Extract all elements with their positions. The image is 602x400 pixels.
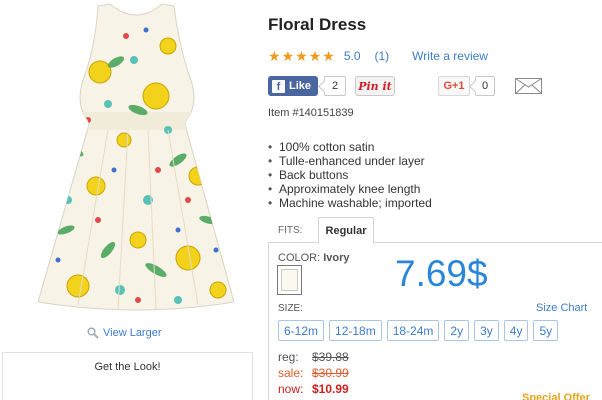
feature-item: Machine washable; imported (268, 196, 432, 210)
tab-regular[interactable]: Regular (318, 217, 374, 244)
rating-stars[interactable]: ★ ★ ★ ★ ★ (268, 49, 335, 63)
rating-row: ★ ★ ★ ★ ★ 5.0 (1) Write a review (268, 49, 488, 63)
regular-price-label: reg: (278, 350, 299, 364)
size-option[interactable]: 6-12m (278, 320, 325, 341)
size-option[interactable]: 18-24m (386, 320, 440, 341)
fits-tab-bar: FITS: Regular (268, 217, 602, 244)
star-icon: ★ (268, 48, 281, 64)
google-plus-count: 0 (475, 76, 495, 96)
product-title: Floral Dress (268, 15, 367, 34)
rating-count[interactable]: (1) (375, 49, 390, 63)
star-icon: ★ (281, 48, 295, 64)
facebook-like-label: Like (289, 80, 312, 92)
size-option[interactable]: 5y (533, 320, 559, 341)
size-option[interactable]: 12-18m (329, 320, 382, 341)
star-icon: ★ (308, 48, 322, 64)
swatch-fill (281, 269, 298, 291)
star-icon: ★ (295, 48, 308, 64)
now-price-label: now: (278, 382, 304, 396)
size-label: SIZE: (278, 303, 304, 314)
item-number: Item #140151839 (268, 107, 354, 119)
facebook-like-button[interactable]: f Like (268, 76, 318, 96)
star-icon: ★ (322, 48, 335, 64)
feature-item: Approximately knee length (268, 182, 432, 196)
rating-value[interactable]: 5.0 (344, 49, 361, 63)
now-price-value: $10.99 (312, 382, 349, 396)
special-offer-text[interactable]: Special Offer (522, 392, 590, 400)
magnifier-icon (87, 327, 99, 339)
view-larger-link[interactable]: View Larger (87, 327, 162, 339)
social-share-row: f Like 2 Pin it G+1 0 (268, 76, 548, 98)
sale-price-label: sale: (278, 366, 304, 380)
facebook-icon: f (272, 79, 285, 93)
color-value: Ivory (323, 252, 350, 264)
mail-icon[interactable] (515, 76, 543, 96)
color-swatch-ivory[interactable] (277, 265, 302, 295)
view-larger-label: View Larger (103, 327, 162, 339)
size-option[interactable]: 3y (474, 320, 499, 341)
pinterest-button[interactable]: Pin it (355, 76, 395, 96)
google-plus-icon: G+1 (443, 80, 465, 92)
fits-label: FITS: (278, 225, 303, 236)
featured-price: 7.69$ (395, 253, 488, 294)
color-label: COLOR: Ivory (278, 252, 350, 264)
get-the-look-heading: Get the Look! (94, 361, 161, 373)
regular-price-value: $39.88 (312, 350, 349, 364)
size-options: 6-12m 12-18m 18-24m 2y 3y 4y 5y (278, 320, 559, 341)
price-breakdown: reg: $39.88 sale: $30.99 now: $10.99 (278, 349, 349, 397)
color-label-text: COLOR: (278, 252, 321, 264)
feature-item: Tulle-enhanced under layer (268, 154, 432, 168)
product-image[interactable] (38, 0, 234, 312)
facebook-like-count: 2 (324, 76, 346, 96)
google-plus-button[interactable]: G+1 (438, 76, 470, 96)
write-review-link[interactable]: Write a review (412, 49, 488, 63)
feature-list: 100% cotton satin Tulle-enhanced under l… (268, 140, 432, 210)
sale-price-value: $30.99 (312, 366, 349, 380)
feature-item: Back buttons (268, 168, 432, 182)
get-the-look-panel: Get the Look! (2, 352, 253, 400)
size-option[interactable]: 4y (503, 320, 529, 341)
panel-divider (268, 243, 269, 400)
size-chart-link[interactable]: Size Chart (536, 302, 587, 314)
size-option[interactable]: 2y (444, 320, 470, 341)
feature-item: 100% cotton satin (268, 140, 432, 154)
pinterest-icon: Pin it (358, 79, 392, 93)
